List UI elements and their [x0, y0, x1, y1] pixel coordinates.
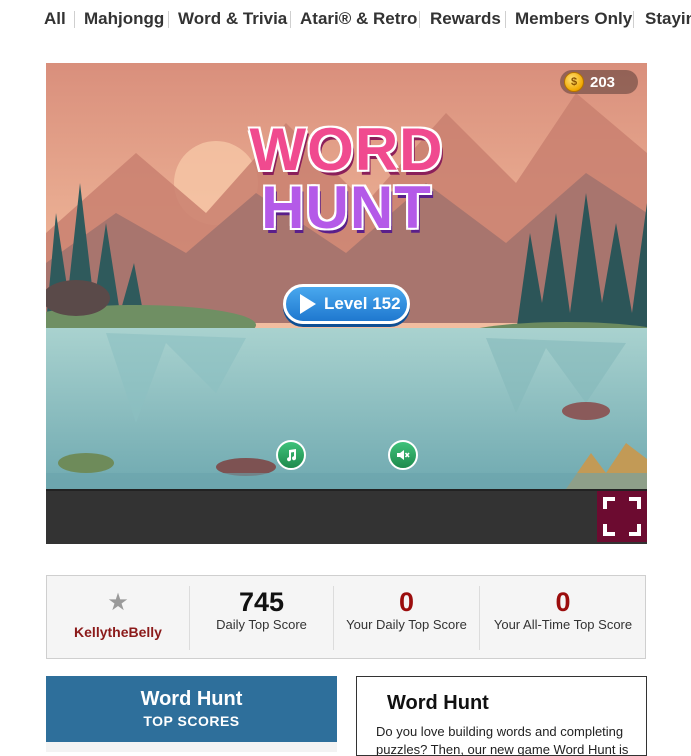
nav-item-members-only[interactable]: Members Only: [515, 9, 632, 29]
description-text: Do you love building words and completin…: [376, 724, 629, 756]
nav-item-all[interactable]: All: [44, 9, 66, 29]
nav-item-mahjongg[interactable]: Mahjongg: [84, 9, 164, 29]
top-scores-game-title: Word Hunt: [140, 688, 243, 710]
top-player-username[interactable]: KellytheBelly: [47, 624, 189, 640]
game-title-hunt: HUNT: [261, 174, 432, 241]
game-description-card: Word Hunt Do you love building words and…: [356, 676, 647, 756]
your-daily-top-score-value: 0: [398, 587, 415, 617]
your-daily-top-score: 0 Your Daily Top Score: [334, 576, 479, 660]
level-label: Level 152: [324, 294, 401, 313]
fullscreen-button[interactable]: [597, 491, 647, 542]
top-scores-heading: TOP SCORES: [143, 713, 240, 729]
top-scores-list: [46, 742, 337, 752]
your-alltime-top-score-value: 0: [555, 587, 571, 617]
daily-top-score-value: 745: [238, 587, 285, 617]
nav-divider: [168, 11, 169, 28]
star-icon: ★: [107, 589, 129, 616]
speaker-mute-icon: [397, 450, 410, 460]
daily-top-score-label: Daily Top Score: [216, 617, 307, 632]
game-canvas[interactable]: $ 203 WORD HUNT Level 152: [46, 63, 647, 489]
your-daily-top-score-label: Your Daily Top Score: [346, 617, 467, 632]
music-toggle-button[interactable]: [276, 440, 306, 470]
description-title: Word Hunt: [387, 692, 489, 714]
your-alltime-top-score: 0 Your All-Time Top Score: [480, 576, 646, 660]
category-nav: All Mahjongg Word & Trivia Atari® & Retr…: [0, 0, 691, 38]
fullscreen-icon: [603, 497, 641, 536]
coin-icon: $: [564, 72, 584, 92]
coin-count: 203: [590, 73, 616, 91]
nav-item-stayin[interactable]: Stayin: [645, 9, 691, 29]
coin-balance: $ 203: [560, 70, 638, 94]
nav-divider: [419, 11, 420, 28]
sound-toggle-button[interactable]: [388, 440, 418, 470]
score-summary-panel: ★ KellytheBelly 745 Daily Top Score 0 Yo…: [46, 575, 646, 659]
nav-divider: [290, 11, 291, 28]
nav-item-rewards[interactable]: Rewards: [430, 9, 501, 29]
nav-divider: [505, 11, 506, 28]
nav-item-atari-retro[interactable]: Atari® & Retro: [300, 9, 417, 29]
play-level-button[interactable]: Level 152: [283, 284, 410, 324]
nav-divider: [633, 11, 634, 28]
nav-divider: [74, 11, 75, 28]
music-note-icon: [287, 449, 297, 462]
play-icon: [300, 294, 316, 314]
your-alltime-top-score-label: Your All-Time Top Score: [493, 617, 633, 632]
daily-top-score: 745 Daily Top Score: [190, 576, 333, 660]
top-player: ★ KellytheBelly: [47, 576, 189, 660]
game-toolbar: [46, 489, 647, 544]
top-scores-card: Word Hunt TOP SCORES: [46, 676, 337, 752]
nav-item-word-trivia[interactable]: Word & Trivia: [178, 9, 287, 29]
